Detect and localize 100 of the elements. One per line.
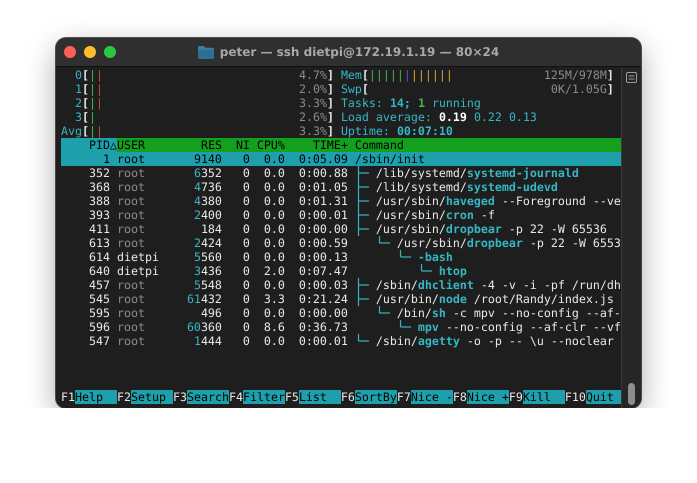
nice-cell-text: 0 (242, 278, 250, 292)
cpu-cell-text: 0.0 (262, 278, 285, 292)
command-text: htop (438, 264, 467, 278)
function-key: F5 (284, 390, 299, 404)
process-row[interactable]: 614 dietpi 5560 0 0.0 0:00.13 -bash (61, 250, 621, 264)
pid-cell-text: 545 (88, 292, 110, 306)
meter-label: 3 (74, 110, 82, 124)
column-header[interactable]: RES (180, 138, 222, 152)
process-row[interactable]: 352 root 6352 0 0.0 0:00.88 /lib/systemd/systemd-journald (61, 166, 621, 180)
function-key-button[interactable]: List (298, 390, 341, 404)
column-header[interactable]: USER (116, 138, 180, 152)
meter-reading: 2.0% (298, 82, 327, 96)
time-cell-text: 0:00.88 (298, 166, 348, 180)
function-key-button[interactable]: Nice + (466, 390, 509, 404)
res-cell-text: 496 (200, 306, 222, 320)
time-cell-text: 0:07.47 (298, 264, 348, 278)
close-button[interactable] (64, 46, 76, 58)
nice-cell-text: 0 (242, 320, 250, 334)
user-cell-text: root (116, 180, 146, 194)
res-cell-text: 184 (200, 222, 222, 236)
process-row[interactable]: 411 root 184 0 0.0 0:00.00 /usr/sbin/dropbear -p 22 -W 65536 (61, 222, 621, 236)
pid-cell-text: 613 (88, 236, 110, 250)
pid-cell-text: 595 (88, 306, 110, 320)
cpu-cell-text: 0.0 (262, 222, 285, 236)
zoom-button[interactable] (104, 46, 116, 58)
nice-cell-text: 0 (242, 152, 250, 166)
bracket: ] (326, 82, 334, 96)
column-header[interactable]: TIME+ (284, 138, 348, 152)
function-key-button[interactable]: Kill (522, 390, 565, 404)
process-row[interactable]: 596 root 60360 0 8.6 0:36.73 mpv --no-config --af-clr --vf (61, 320, 621, 334)
column-header[interactable]: Command (348, 138, 621, 152)
process-row[interactable]: 1 root 9140 0 0.0 0:05.09 /sbin/init (61, 152, 621, 166)
process-row[interactable]: 595 root 496 0 0.0 0:00.00 /bin/sh -c mpv --no-config --af- (61, 306, 621, 320)
scrollbar-thumb[interactable] (628, 383, 636, 405)
nice-cell-text: 0 (242, 250, 250, 264)
process-row[interactable]: 393 root 2400 0 0.0 0:00.01 /usr/sbin/cron -f (61, 208, 621, 222)
function-key-button[interactable]: Nice - (410, 390, 453, 404)
user-cell-text: dietpi (116, 250, 160, 264)
process-row[interactable]: 457 root 5548 0 0.0 0:00.03 /sbin/dhclient -4 -v -i -pf /run/dh (61, 278, 621, 292)
column-header[interactable]: PID△ (61, 138, 117, 152)
minimize-button[interactable] (84, 46, 96, 58)
meter-bars: | (88, 68, 96, 82)
res-cell-text: 61432 (186, 292, 222, 306)
time-cell-text: 0:36.73 (298, 320, 348, 334)
user-cell-text: root (116, 194, 146, 208)
function-key-button[interactable]: Filter (242, 390, 285, 404)
function-key-button[interactable]: SortBy (354, 390, 397, 404)
function-key-button[interactable]: Search (186, 390, 229, 404)
tasks-summary: Tasks: 14; 1 running (340, 96, 482, 110)
function-key-button[interactable]: Help (75, 390, 117, 404)
process-row[interactable]: 388 root 4380 0 0.0 0:01.31 /usr/sbin/haveged --Foreground --ve (61, 194, 621, 208)
nice-cell-text: 0 (242, 208, 250, 222)
time-cell-text: 0:05.09 (298, 152, 348, 166)
pid-cell-text: 640 (88, 264, 110, 278)
column-header[interactable]: CPU% (250, 138, 285, 152)
user-cell-text: root (116, 236, 146, 250)
res-cell-text: 4380 (192, 194, 222, 208)
meter-reading: 3.3% (298, 124, 327, 138)
meter-bars: ||||| (368, 68, 404, 82)
nice-cell-text: 0 (242, 222, 250, 236)
command-text: /lib/systemd/systemd-journald (376, 166, 579, 180)
column-header[interactable]: NI (222, 138, 250, 152)
cpu-cell-text: 0.0 (262, 194, 285, 208)
bracket: ] (606, 68, 614, 82)
process-row[interactable]: 368 root 4736 0 0.0 0:01.05 /lib/systemd/systemd-udevd (61, 180, 621, 194)
function-key: F4 (228, 390, 243, 404)
bracket: [ (362, 82, 369, 96)
nice-cell-text: 0 (242, 236, 250, 250)
meter-bars: | (88, 110, 96, 124)
res-cell-text: 9140 (192, 152, 222, 166)
meter-bars: | (88, 82, 96, 96)
user-cell-text: root (116, 292, 146, 306)
pid-cell-text: 411 (88, 222, 110, 236)
meter-bars: | (96, 124, 103, 138)
function-key-button[interactable]: Quit (586, 390, 621, 404)
bracket: [ (82, 96, 89, 110)
nice-cell-text: 0 (242, 264, 250, 278)
res-cell-text: 6352 (192, 166, 222, 180)
res-cell-text: 1444 (192, 334, 222, 348)
function-key: F10 (564, 390, 586, 404)
cpu-cell-text: 3.3 (262, 292, 285, 306)
command-text: /usr/sbin/haveged --Foreground --ve (376, 194, 621, 208)
user-cell-text: root (116, 208, 146, 222)
bracket: ] (326, 124, 334, 138)
nice-cell-text: 0 (242, 166, 250, 180)
process-row[interactable]: 613 root 2424 0 0.0 0:00.59 /usr/sbin/dropbear -p 22 -W 6553 (61, 236, 621, 250)
lines-icon[interactable] (626, 72, 638, 83)
command-text: /bin/sh -c mpv --no-config --af- (396, 306, 621, 320)
res-cell-text: 3436 (192, 264, 222, 278)
process-row[interactable]: 640 dietpi 3436 0 2.0 0:07.47 htop (61, 264, 621, 278)
meter-bars: | (404, 68, 411, 82)
res-cell-text: 2400 (192, 208, 222, 222)
res-cell-text: 4736 (192, 180, 222, 194)
function-key-button[interactable]: Setup (130, 390, 173, 404)
cpu-cell-text: 0.0 (262, 152, 285, 166)
command-text: /usr/sbin/dropbear -p 22 -W 6553 (396, 236, 621, 250)
process-row[interactable]: 545 root 61432 0 3.3 0:21.24 /usr/bin/node /root/Randy/index.js (61, 292, 621, 306)
time-cell-text: 0:21.24 (298, 292, 348, 306)
nice-cell-text: 0 (242, 180, 250, 194)
process-row[interactable]: 547 root 1444 0 0.0 0:00.01 /sbin/agetty -o -p -- \u --noclear (61, 334, 621, 348)
